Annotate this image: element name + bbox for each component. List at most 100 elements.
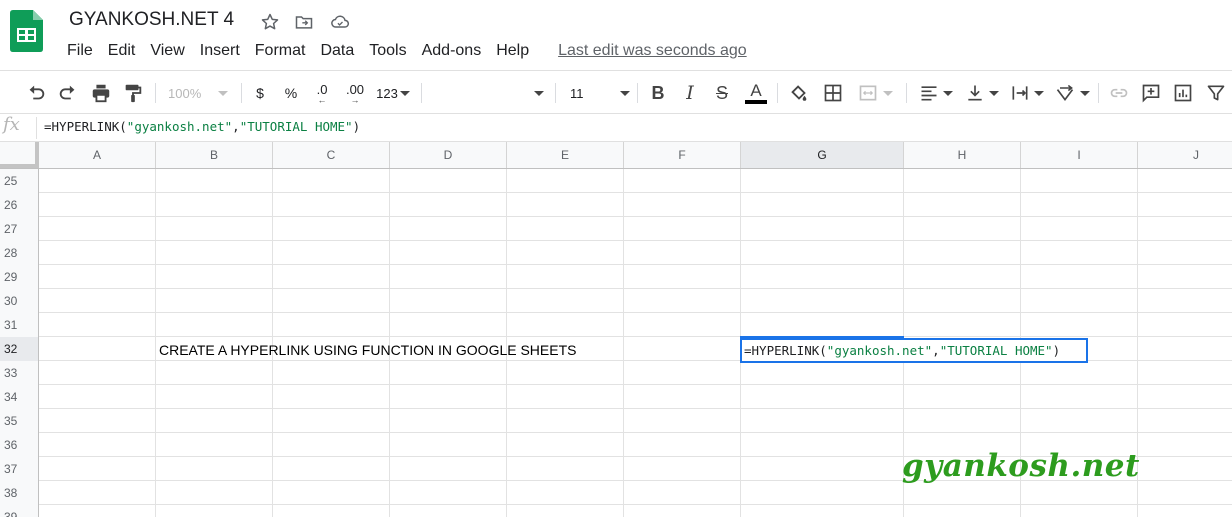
chevron-down-icon: [1080, 90, 1090, 96]
row-header-37[interactable]: 37: [0, 457, 39, 481]
column-header-a[interactable]: A: [39, 142, 156, 168]
column-header-i[interactable]: I: [1021, 142, 1138, 168]
horizontal-align-icon[interactable]: [916, 81, 956, 105]
more-formats-label: 123: [376, 85, 398, 101]
row-header-25[interactable]: 25: [0, 169, 39, 193]
formula-arg-label: "TUTORIAL HOME": [239, 119, 353, 134]
grid-row: 25: [0, 169, 1232, 193]
column-header-h[interactable]: H: [904, 142, 1021, 168]
toolbar-divider: [241, 83, 242, 103]
increase-decimals-button[interactable]: .00 →: [341, 81, 369, 105]
row-header-27[interactable]: 27: [0, 217, 39, 241]
chevron-down-icon: [883, 90, 893, 96]
toolbar-divider: [421, 83, 422, 103]
row-header-26[interactable]: 26: [0, 193, 39, 217]
grid-row: 38: [0, 481, 1232, 505]
row-header-38[interactable]: 38: [0, 481, 39, 505]
menu-file[interactable]: File: [67, 42, 93, 60]
column-header-c[interactable]: C: [273, 142, 390, 168]
star-icon[interactable]: [259, 11, 281, 33]
paint-format-icon[interactable]: [121, 81, 145, 105]
cell-b32[interactable]: CREATE A HYPERLINK USING FUNCTION IN GOO…: [159, 342, 576, 358]
gridline: [623, 169, 624, 517]
text-color-icon[interactable]: A: [743, 81, 769, 105]
last-edit-link[interactable]: Last edit was seconds ago: [558, 42, 747, 60]
more-formats-button[interactable]: 123: [374, 81, 412, 105]
toolbar: 100% $ % .0 ← .00 → 123 11 B I S A: [0, 70, 1232, 114]
row-header-36[interactable]: 36: [0, 433, 39, 457]
merge-cells-icon[interactable]: [855, 81, 895, 105]
menu-tools[interactable]: Tools: [369, 42, 406, 60]
grid-row: 29: [0, 265, 1232, 289]
redo-icon[interactable]: [56, 81, 80, 105]
row-header-32[interactable]: 32: [0, 337, 39, 361]
column-header-d[interactable]: D: [390, 142, 507, 168]
gridline: [155, 169, 156, 517]
move-folder-icon[interactable]: [293, 11, 315, 33]
row-header-33[interactable]: 33: [0, 361, 39, 385]
insert-link-icon[interactable]: [1107, 81, 1131, 105]
column-header-g[interactable]: G: [741, 142, 904, 168]
row-header-34[interactable]: 34: [0, 385, 39, 409]
menu-insert[interactable]: Insert: [200, 42, 240, 60]
borders-icon[interactable]: [821, 81, 845, 105]
print-icon[interactable]: [89, 81, 113, 105]
undo-icon[interactable]: [24, 81, 48, 105]
formula-input[interactable]: =HYPERLINK("gyankosh.net","TUTORIAL HOME…: [44, 119, 360, 134]
zoom-select[interactable]: 100%: [168, 81, 234, 105]
column-header-j[interactable]: J: [1138, 142, 1232, 168]
cell-formula-comma: ,: [932, 343, 940, 358]
toolbar-divider: [555, 83, 556, 103]
vertical-align-icon[interactable]: [962, 81, 1002, 105]
cloud-saved-icon[interactable]: [329, 11, 351, 33]
strikethrough-icon[interactable]: S: [711, 81, 733, 105]
watermark-text: gyankosh.net: [902, 448, 1140, 484]
insert-comment-icon[interactable]: [1139, 81, 1163, 105]
percent-format-button[interactable]: %: [281, 81, 301, 105]
row-header-31[interactable]: 31: [0, 313, 39, 337]
toolbar-divider: [906, 83, 907, 103]
grid-row: 33: [0, 361, 1232, 385]
currency-format-button[interactable]: $: [251, 81, 269, 105]
zoom-value: 100%: [168, 85, 202, 101]
italic-icon[interactable]: I: [679, 81, 701, 105]
text-rotation-icon[interactable]: [1052, 81, 1092, 105]
sheets-logo-icon[interactable]: [10, 10, 44, 52]
menu-format[interactable]: Format: [255, 42, 306, 60]
filter-icon[interactable]: [1204, 81, 1228, 105]
column-header-e[interactable]: E: [507, 142, 624, 168]
font-family-select[interactable]: [430, 81, 544, 105]
toolbar-divider: [637, 83, 638, 103]
percent-label: %: [284, 85, 298, 101]
grid-row: 27: [0, 217, 1232, 241]
formula-bar: fx =HYPERLINK("gyankosh.net","TUTORIAL H…: [0, 114, 1232, 142]
row-header-29[interactable]: 29: [0, 265, 39, 289]
fx-label: fx: [3, 114, 20, 135]
row-header-30[interactable]: 30: [0, 289, 39, 313]
row-header-35[interactable]: 35: [0, 409, 39, 433]
arrow-left-icon: ←: [317, 94, 327, 105]
grid-row: 35: [0, 409, 1232, 433]
menu-help[interactable]: Help: [496, 42, 529, 60]
insert-chart-icon[interactable]: [1171, 81, 1195, 105]
font-size-select[interactable]: 11: [564, 81, 630, 105]
bold-icon[interactable]: B: [647, 81, 669, 105]
fill-color-icon[interactable]: [787, 81, 811, 105]
menu-add-ons[interactable]: Add-ons: [422, 42, 482, 60]
decrease-decimals-button[interactable]: .0 ←: [309, 81, 335, 105]
select-all-corner[interactable]: [0, 142, 39, 168]
menu-data[interactable]: Data: [320, 42, 354, 60]
chevron-down-icon: [989, 90, 999, 96]
column-header-row: A B C D E F G H I J: [0, 142, 1232, 169]
row-header-28[interactable]: 28: [0, 241, 39, 265]
column-header-f[interactable]: F: [624, 142, 741, 168]
text-wrap-icon[interactable]: [1007, 81, 1047, 105]
row-header-39[interactable]: 39: [0, 505, 39, 517]
grid-row: 28: [0, 241, 1232, 265]
column-header-b[interactable]: B: [156, 142, 273, 168]
menu-view[interactable]: View: [150, 42, 184, 60]
menu-edit[interactable]: Edit: [108, 42, 136, 60]
increase-decimals-label: .00: [345, 81, 365, 97]
document-title[interactable]: GYANKOSH.NET 4: [69, 9, 234, 31]
active-cell-g32-editor[interactable]: =HYPERLINK("gyankosh.net","TUTORIAL HOME…: [740, 338, 1088, 363]
